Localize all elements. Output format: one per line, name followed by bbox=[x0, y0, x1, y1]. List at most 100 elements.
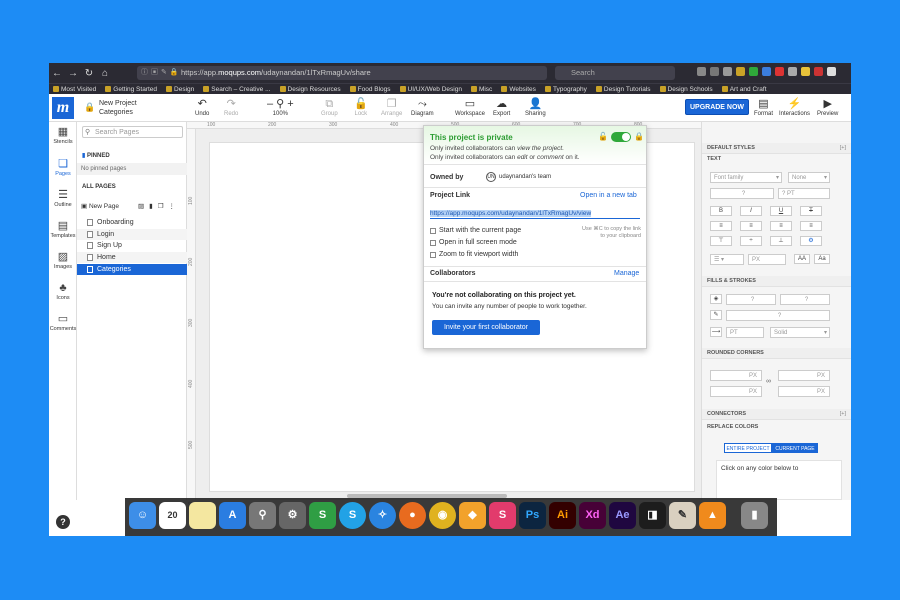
valign-top-button[interactable]: ⊤ bbox=[710, 236, 732, 246]
uppercase-button[interactable]: AA bbox=[794, 254, 810, 264]
vlc-icon[interactable]: ▲ bbox=[699, 502, 726, 529]
font-family-select[interactable]: Font family ▾ bbox=[710, 172, 782, 183]
valign-middle-button[interactable]: ÷ bbox=[740, 236, 762, 246]
back-icon[interactable]: ← bbox=[49, 68, 65, 79]
calendar-icon[interactable]: 20 bbox=[159, 502, 186, 529]
stroke-style-select[interactable]: Solid ▾ bbox=[770, 327, 830, 338]
colorpicker-icon[interactable] bbox=[801, 67, 810, 76]
undo-button[interactable]: ↶ Undo bbox=[195, 97, 209, 117]
photoshop-icon[interactable]: Ps bbox=[519, 502, 546, 529]
default-styles-expand[interactable]: [+] bbox=[840, 143, 846, 154]
stroke-width-input[interactable]: PT bbox=[726, 327, 764, 338]
download-icon[interactable] bbox=[697, 67, 706, 76]
notes-icon[interactable] bbox=[189, 502, 216, 529]
bookmark-item[interactable]: Most Visited bbox=[53, 86, 96, 93]
bookmark-item[interactable]: Websites bbox=[501, 86, 536, 93]
text-settings-button[interactable]: ⚙ bbox=[800, 236, 822, 246]
page-item[interactable]: Onboarding bbox=[77, 217, 187, 228]
start-current-page-checkbox[interactable]: Start with the current page bbox=[430, 227, 521, 234]
align-center-button[interactable]: ≡ bbox=[740, 221, 762, 231]
rail-icons[interactable]: ♣ Icons bbox=[49, 282, 77, 301]
rail-pages[interactable]: ❏ Pages bbox=[49, 158, 77, 177]
extension-icon[interactable] bbox=[788, 67, 797, 76]
corner-top-right-input[interactable]: PX bbox=[778, 370, 830, 381]
extension-icon[interactable] bbox=[814, 67, 823, 76]
page-item[interactable]: Login bbox=[77, 228, 187, 240]
list-style-select[interactable]: ☰ ▾ bbox=[710, 254, 744, 265]
rail-outline[interactable]: ☰ Outline bbox=[49, 189, 77, 208]
corner-bottom-left-input[interactable]: PX bbox=[710, 386, 762, 397]
connectors-expand[interactable]: [+] bbox=[840, 409, 846, 420]
bookmark-item[interactable]: Typography bbox=[544, 86, 587, 93]
corner-top-left-input[interactable]: PX bbox=[710, 370, 762, 381]
bookmark-item[interactable]: Getting Started bbox=[105, 86, 157, 93]
browser-search[interactable]: Search bbox=[555, 66, 675, 80]
safari-icon[interactable]: ✧ bbox=[369, 502, 396, 529]
rail-comments[interactable]: ▭ Comments bbox=[49, 313, 77, 332]
bold-button[interactable]: B bbox=[710, 206, 732, 216]
forward-icon[interactable]: → bbox=[65, 68, 81, 79]
underline-button[interactable]: U bbox=[770, 206, 792, 216]
preview-button[interactable]: ▶ Preview bbox=[817, 97, 838, 117]
group-button[interactable]: ⧉ Group bbox=[321, 97, 338, 117]
stroke-icon[interactable]: ✎ bbox=[710, 310, 722, 320]
link-corners-icon[interactable]: ∞ bbox=[766, 378, 771, 385]
font-weight-select[interactable]: None ▾ bbox=[788, 172, 830, 183]
export-button[interactable]: ☁ Export bbox=[493, 97, 510, 117]
fill-icon[interactable]: ◈ bbox=[710, 294, 722, 304]
page-item[interactable]: Sign Up bbox=[77, 240, 187, 251]
open-new-tab-link[interactable]: Open in a new tab bbox=[580, 192, 637, 199]
arrange-button[interactable]: ❐ Arrange bbox=[381, 97, 402, 117]
bookmark-item[interactable]: Design Schools bbox=[659, 86, 713, 93]
menu-icon[interactable] bbox=[827, 67, 836, 76]
sketch-icon[interactable]: ◆ bbox=[459, 502, 486, 529]
font-size-input[interactable]: ? PT bbox=[778, 188, 830, 199]
reload-icon[interactable]: ↻ bbox=[81, 68, 97, 79]
more-icon[interactable]: ⋮ bbox=[169, 202, 176, 210]
bookmark-item[interactable]: Design Tutorials bbox=[595, 86, 651, 93]
project-link-field[interactable]: https://app.moqups.com/udaynandan/1lTxRm… bbox=[430, 208, 640, 219]
firefox-icon[interactable]: ● bbox=[399, 502, 426, 529]
current-page-tab[interactable]: CURRENT PAGE bbox=[772, 443, 818, 453]
manage-link[interactable]: Manage bbox=[614, 270, 639, 277]
bookmark-item[interactable]: Misc bbox=[470, 86, 492, 93]
bookmark-item[interactable]: Food Blogs bbox=[349, 86, 391, 93]
justify-button[interactable]: ≡ bbox=[800, 221, 822, 231]
add-folder-icon[interactable]: ▨ bbox=[138, 202, 144, 210]
diagram-button[interactable]: ⤳ Diagram bbox=[411, 97, 434, 117]
lock-icon[interactable]: 🔒 bbox=[84, 102, 95, 113]
project-name[interactable]: New Project Categories bbox=[99, 99, 159, 117]
help-icon[interactable]: ? bbox=[56, 515, 70, 529]
page-item[interactable]: Home bbox=[77, 252, 187, 264]
interactions-button[interactable]: ⚡ Interactions bbox=[779, 97, 810, 117]
page-item[interactable]: Categories bbox=[77, 263, 187, 275]
bookmark-item[interactable]: Design Resources bbox=[279, 86, 341, 93]
fill-opacity-input[interactable]: ? bbox=[780, 294, 830, 305]
url-bar[interactable]: https://app.moqups.com/udaynandan/1lTxRm… bbox=[137, 66, 547, 80]
workspace-button[interactable]: ▭ Workspace bbox=[455, 97, 485, 117]
fill-color-input[interactable]: ? bbox=[726, 294, 776, 305]
adblock-icon[interactable] bbox=[775, 67, 784, 76]
align-left-button[interactable]: ≡ bbox=[710, 221, 732, 231]
app-icon[interactable]: ✎ bbox=[669, 502, 696, 529]
extension-icon[interactable] bbox=[762, 67, 771, 76]
upgrade-now-button[interactable]: UPGRADE NOW bbox=[685, 99, 749, 115]
full-screen-checkbox[interactable]: Open in full screen mode bbox=[430, 239, 517, 246]
corner-bottom-right-input[interactable]: PX bbox=[778, 386, 830, 397]
strikethrough-button[interactable]: T bbox=[800, 206, 822, 216]
new-page-button[interactable]: ▣ New Page bbox=[81, 202, 119, 210]
rail-templates[interactable]: ▤ Templates bbox=[49, 220, 77, 239]
private-toggle[interactable] bbox=[611, 132, 631, 142]
bookmark-item[interactable]: Design bbox=[166, 86, 194, 93]
entire-project-tab[interactable]: ENTIRE PROJECT bbox=[724, 443, 772, 453]
zoom-fit-checkbox[interactable]: Zoom to fit viewport width bbox=[430, 251, 518, 258]
app-store-icon[interactable]: A bbox=[219, 502, 246, 529]
zoom-control[interactable]: – ⚲ +100% bbox=[267, 97, 294, 117]
trash-icon[interactable]: ▮ bbox=[741, 502, 768, 529]
capitalize-button[interactable]: Aa bbox=[814, 254, 830, 264]
rail-images[interactable]: ▨ Images bbox=[49, 251, 77, 270]
xd-icon[interactable]: Xd bbox=[579, 502, 606, 529]
stroke-color-input[interactable]: ? bbox=[726, 310, 830, 321]
skype-icon[interactable]: S bbox=[339, 502, 366, 529]
library-icon[interactable] bbox=[710, 67, 719, 76]
